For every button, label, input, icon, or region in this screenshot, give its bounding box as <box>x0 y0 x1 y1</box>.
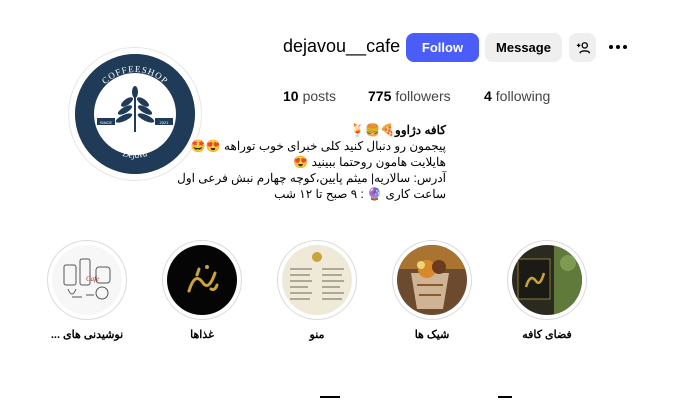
posts-count: 10 posts <box>283 88 337 104</box>
add-person-icon <box>576 41 590 54</box>
highlight-ring <box>277 240 357 320</box>
highlight-menu[interactable]: منو <box>277 240 357 341</box>
highlight-cover-image <box>512 245 582 315</box>
highlight-label: نوشیدنی های ... <box>50 329 124 341</box>
more-options-icon[interactable] <box>606 36 630 58</box>
highlight-cover-image <box>282 245 352 315</box>
bio-line: آدرس: سالاریه| میثم پایین،کوچه چهارم نبش… <box>177 171 446 185</box>
highlight-ring <box>392 240 472 320</box>
following-link[interactable]: 4 following <box>484 88 550 104</box>
profile-username: dejavou__cafe <box>283 36 401 56</box>
bio-line: هایلایت هامون روحتما ببینید 😍 <box>293 155 446 169</box>
highlight-label: منو <box>309 329 325 341</box>
highlight-food[interactable]: غذاها <box>162 240 242 341</box>
message-button[interactable]: Message <box>485 33 562 62</box>
bio-line: پیجمون رو دنبال کنید کلی خبرای خوب توراه… <box>190 139 446 153</box>
highlight-ring <box>162 240 242 320</box>
highlight-label: فضای کافه <box>522 329 572 341</box>
tagged-tab-indicator <box>498 396 512 398</box>
bio-line: ساعت کاری 🔮 : ۹ صبح تا ۱۲ شب <box>274 187 446 201</box>
followers-link[interactable]: 775 followers <box>368 88 451 104</box>
highlight-cover-image <box>397 245 467 315</box>
highlight-label: شیک ها <box>414 329 450 341</box>
posts-tab-indicator <box>320 396 340 398</box>
follow-button[interactable]: Follow <box>406 33 479 62</box>
highlight-ring: Cafe <box>47 240 127 320</box>
profile-bio: کافه دژاوو🍕🍔🍹 پیجمون رو دنبال کنید کلی خ… <box>146 122 446 202</box>
suggested-accounts-button[interactable] <box>569 33 596 62</box>
highlight-shakes[interactable]: شیک ها <box>392 240 472 341</box>
highlight-label: غذاها <box>190 329 214 341</box>
highlight-cover-image: Cafe <box>52 245 122 315</box>
highlight-ring <box>507 240 587 320</box>
highlight-drinks[interactable]: Cafe نوشیدنی های ... <box>47 240 127 341</box>
highlight-cover-image <box>167 245 237 315</box>
svg-text:Cafe: Cafe <box>86 275 99 283</box>
logo-since-text: SINCE <box>100 120 113 125</box>
bio-name: کافه دژاوو🍕🍔🍹 <box>350 123 446 137</box>
highlight-cafe-space[interactable]: فضای کافه <box>507 240 587 341</box>
